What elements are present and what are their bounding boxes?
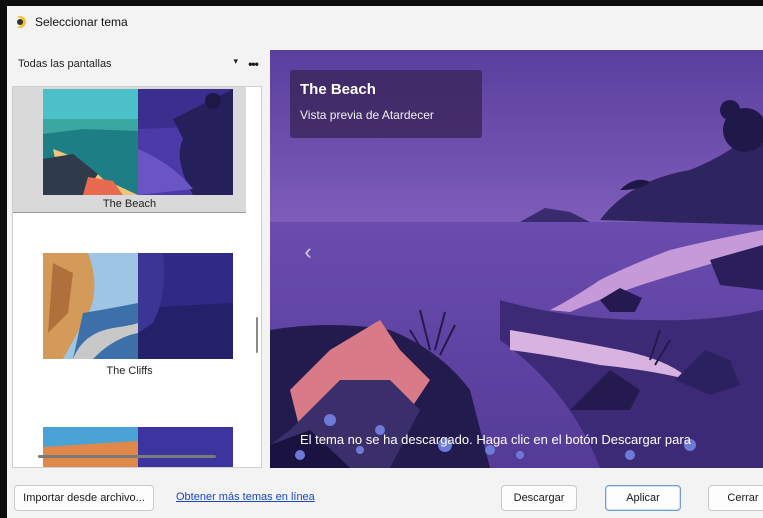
display-select-value: Todas las pantallas (18, 58, 112, 70)
title-bar: Seleccionar tema (7, 6, 763, 38)
chevron-down-icon: ▾ (233, 56, 238, 66)
theme-tile-partial[interactable] (13, 417, 246, 467)
horizontal-scrollbar[interactable] (38, 455, 216, 458)
import-button-label: Importar desde archivo... (23, 492, 145, 504)
theme-preview: The Beach Vista previa de Atardecer ‹ El… (270, 50, 763, 468)
previous-arrow-icon[interactable]: ‹ (298, 240, 318, 264)
preview-title: The Beach (300, 81, 376, 98)
theme-app-icon (12, 15, 27, 29)
close-button[interactable]: Cerrar (708, 485, 763, 511)
the-beach-thumbnail (43, 89, 233, 195)
preview-caption: The Beach Vista previa de Atardecer (290, 70, 482, 138)
apply-button[interactable]: Aplicar (605, 485, 681, 511)
preview-subtitle: Vista previa de Atardecer (300, 108, 434, 122)
more-options-button[interactable]: ••• (242, 53, 264, 75)
download-notice: El tema no se ha descargado. Haga clic e… (300, 432, 691, 447)
the-cliffs-thumbnail (43, 253, 233, 359)
get-more-themes-link[interactable]: Obtener más temas en línea (176, 491, 315, 503)
close-button-label: Cerrar (727, 492, 759, 504)
theme-list[interactable]: The Beach The Cliffs (12, 86, 262, 468)
window-title: Seleccionar tema (35, 15, 128, 29)
download-button-label: Descargar (513, 492, 565, 504)
theme-thumbnail (43, 427, 233, 467)
theme-name: The Cliffs (106, 365, 153, 377)
more-options-icon: ••• (248, 57, 259, 71)
theme-selector-window: Seleccionar tema Todas las pantallas ▾ •… (7, 6, 763, 518)
apply-button-label: Aplicar (626, 492, 660, 504)
import-from-file-button[interactable]: Importar desde archivo... (14, 485, 154, 511)
download-button[interactable]: Descargar (501, 485, 577, 511)
theme-name: The Beach (102, 198, 157, 210)
vertical-scrollbar[interactable] (256, 317, 258, 353)
display-select[interactable]: Todas las pantallas ▾ (12, 53, 240, 75)
theme-tile-the-cliffs[interactable]: The Cliffs (13, 247, 246, 377)
theme-tile-the-beach[interactable]: The Beach (13, 87, 246, 213)
